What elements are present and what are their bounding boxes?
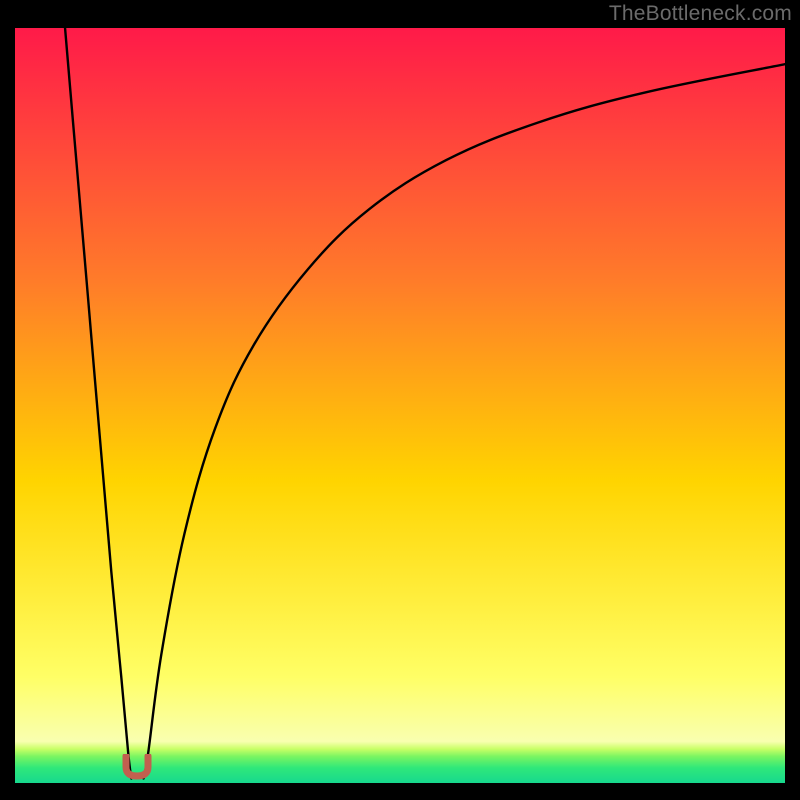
bottleneck-curve — [15, 28, 785, 783]
curve-path — [65, 28, 785, 779]
chart-frame: TheBottleneck.com — [0, 0, 800, 800]
u-marker-path — [126, 756, 148, 776]
minimum-marker — [122, 754, 152, 780]
watermark-text: TheBottleneck.com — [609, 2, 792, 26]
